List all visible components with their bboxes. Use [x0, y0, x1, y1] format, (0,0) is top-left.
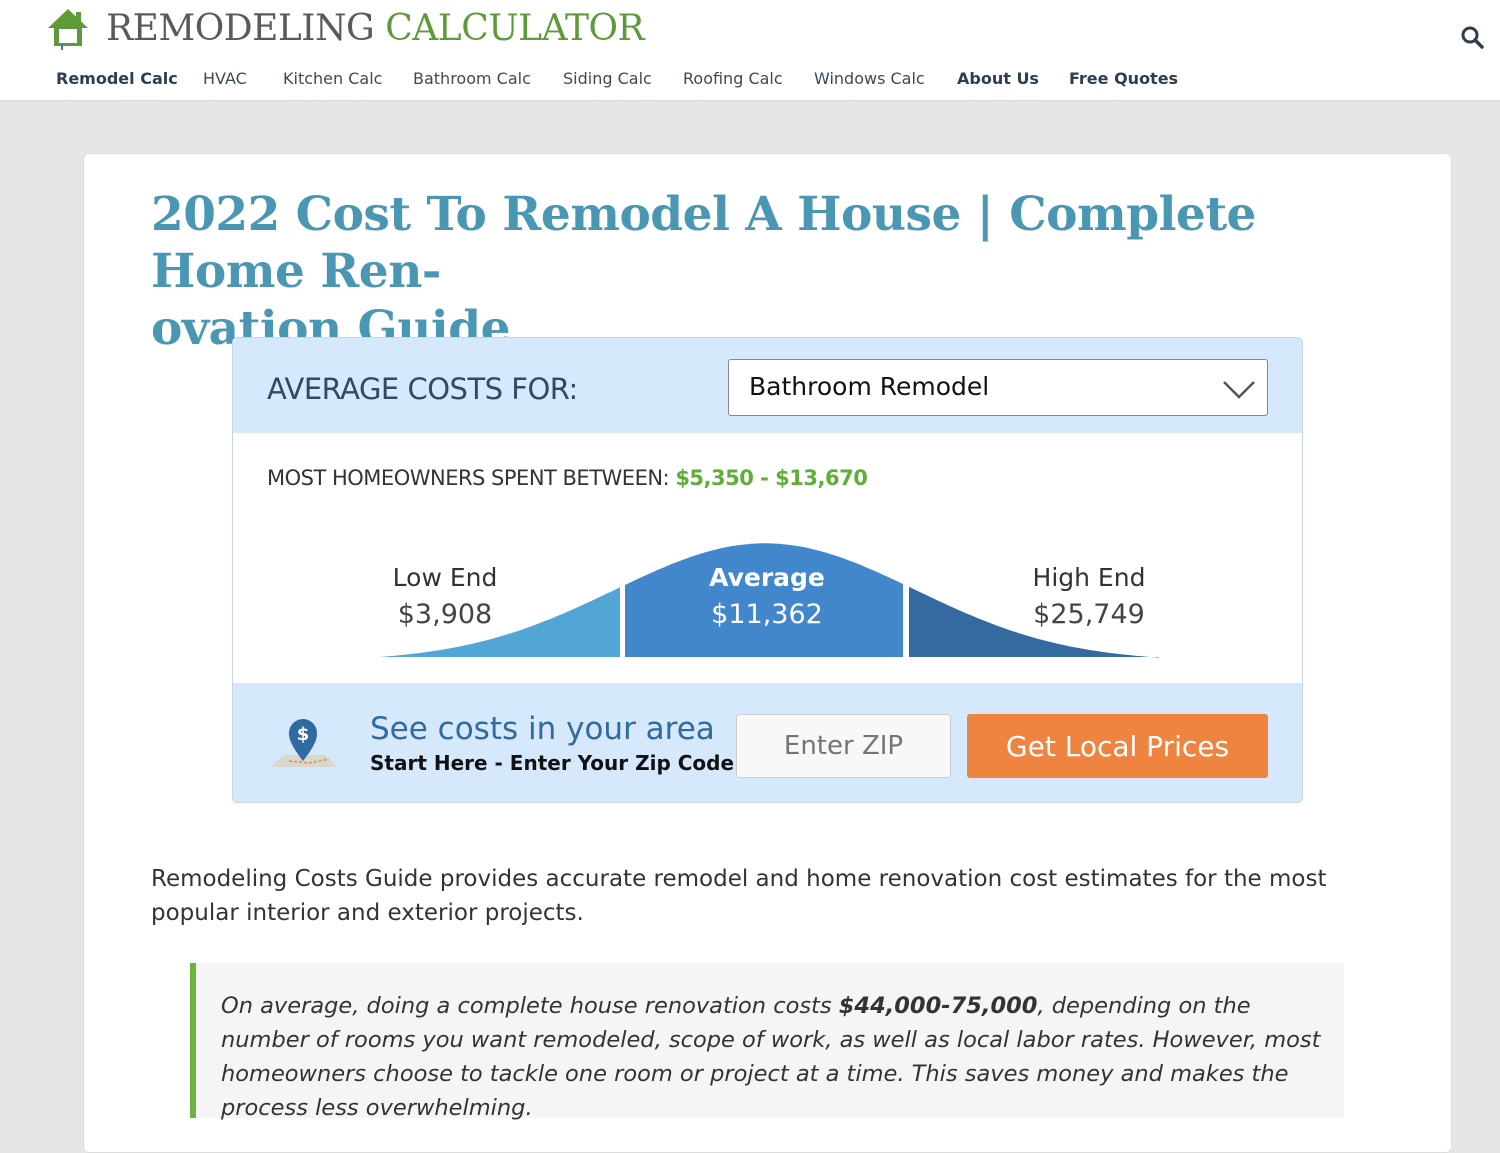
cost-widget: AVERAGE COSTS FOR: Bathroom Remodel MOST…: [232, 337, 1303, 803]
house-logo-icon: [48, 9, 88, 50]
chevron-down-icon: [1223, 381, 1255, 399]
page-title: 2022 Cost To Remodel A House | Complete …: [151, 187, 1256, 356]
low-end-label: Low End: [392, 563, 498, 592]
low-end-value: $3,908: [397, 599, 493, 630]
nav-item[interactable]: Free Quotes: [1069, 69, 1178, 88]
high-end-value: $25,749: [1033, 599, 1145, 630]
bell-curve: [379, 543, 1159, 658]
average-label: Average: [709, 563, 825, 592]
nav-item[interactable]: Kitchen Calc: [283, 69, 382, 88]
site-header: REMODELING CALCULATOR Remodel Calc HVAC Ki…: [0, 0, 1500, 101]
local-prices-band: $ See costs in your area Start Here - En…: [233, 683, 1302, 802]
search-icon[interactable]: [1460, 25, 1484, 49]
high-end-label: High End: [1032, 563, 1146, 592]
widget-header: AVERAGE COSTS FOR: Bathroom Remodel: [233, 338, 1302, 433]
selected-project: Bathroom Remodel: [749, 372, 990, 401]
svg-text:$: $: [297, 724, 310, 745]
zip-input[interactable]: [736, 714, 951, 778]
quote-text: On average, doing a complete house renov…: [221, 993, 1321, 1121]
nav-item[interactable]: Remodel Calc: [56, 69, 178, 88]
map-pin-icon: $: [271, 719, 337, 767]
nav-item[interactable]: Bathroom Calc: [413, 69, 531, 88]
average-costs-label: AVERAGE COSTS FOR:: [267, 372, 578, 406]
start-here-text: Start Here - Enter Your Zip Code: [370, 751, 735, 775]
see-costs-heading: See costs in your area: [370, 711, 715, 747]
nav-item[interactable]: About Us: [957, 69, 1039, 88]
nav-item[interactable]: HVAC: [203, 69, 247, 88]
average-value: $11,362: [711, 599, 823, 630]
nav-item[interactable]: Roofing Calc: [683, 69, 783, 88]
nav-item[interactable]: Siding Calc: [563, 69, 652, 88]
nav-item[interactable]: Windows Calc: [814, 69, 925, 88]
project-select[interactable]: Bathroom Remodel: [728, 359, 1268, 416]
logo[interactable]: REMODELING CALCULATOR: [106, 8, 645, 49]
get-local-prices-button[interactable]: Get Local Prices: [967, 714, 1268, 778]
blockquote: On average, doing a complete house renov…: [190, 963, 1344, 1121]
intro-paragraph: Remodeling Costs Guide provides accurate…: [151, 866, 1327, 926]
